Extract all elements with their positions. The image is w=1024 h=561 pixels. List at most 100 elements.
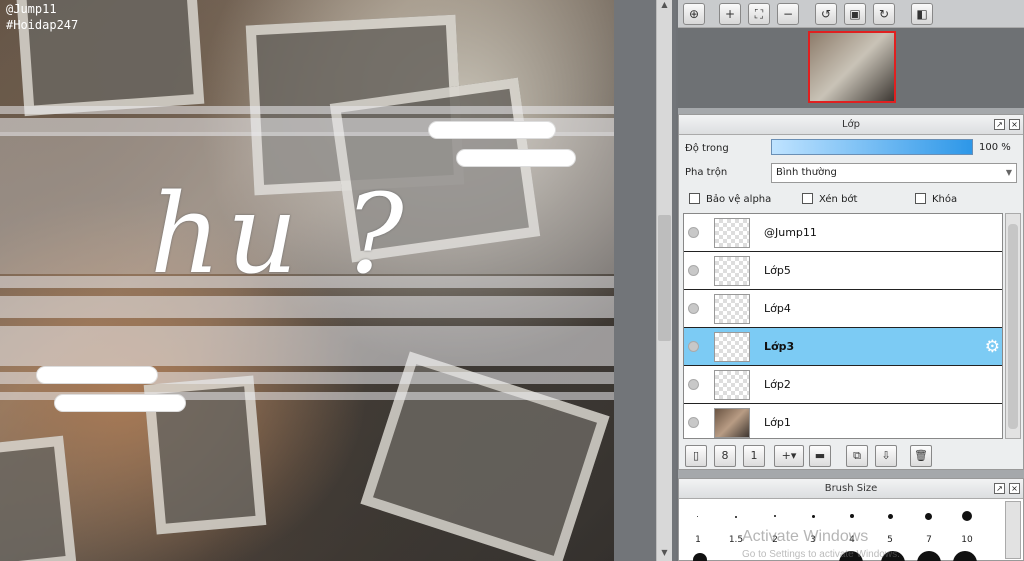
rotate-right-icon[interactable]: ↻ (873, 3, 895, 25)
layer-thumbnail (714, 256, 750, 286)
close-icon[interactable]: × (1009, 119, 1020, 130)
new-8bit-layer-icon[interactable]: 8 (714, 445, 736, 467)
checkbox-lock[interactable]: Khóa (915, 193, 957, 207)
fit-screen-icon[interactable]: ⛶ (748, 3, 770, 25)
right-panel: ⊕ + ⛶ − ↺ ▣ ↻ ◧ Lớp ↗ × Độ trong 100 % P… (678, 0, 1024, 561)
layer-thumbnail (714, 218, 750, 248)
brush-size-label: 1 (695, 535, 701, 545)
checkbox-box[interactable] (689, 193, 700, 204)
layer-name: Lớp3 (764, 340, 795, 353)
rotate-left-icon[interactable]: ↺ (815, 3, 837, 25)
layer-name: Lớp4 (764, 302, 791, 315)
checkbox-box[interactable] (915, 193, 926, 204)
brush-size-dot[interactable] (962, 511, 972, 521)
flip-icon[interactable]: ◧ (911, 3, 933, 25)
gear-icon[interactable]: ⚙ (985, 337, 1000, 357)
blend-mode-select[interactable]: Bình thường ▼ (771, 163, 1017, 183)
opacity-slider[interactable] (771, 139, 973, 155)
layer-thumbnail (714, 294, 750, 324)
brush-size-dot[interactable] (850, 514, 854, 518)
brush-size-title: Brush Size (679, 479, 1023, 499)
layer-name: Lớp2 (764, 378, 791, 391)
drawing-canvas[interactable]: @Jump11 #Hoidap247 hu ? (0, 0, 614, 561)
blend-mode-value: Bình thường (776, 167, 837, 178)
layer-row-selected[interactable]: Lớp3 ⚙ (684, 328, 1002, 366)
handwritten-text: hu ? (150, 170, 410, 298)
brush-size-dot[interactable] (774, 515, 776, 517)
folder-icon[interactable]: ▬ (809, 445, 831, 467)
layer-panel: Lớp ↗ × Độ trong 100 % Pha trộn Bình thư… (678, 114, 1024, 470)
layer-thumbnail (714, 370, 750, 400)
close-icon[interactable]: × (1009, 483, 1020, 494)
trash-icon[interactable]: 🗑 (910, 445, 932, 467)
layer-row[interactable]: Lớp4 (684, 290, 1002, 328)
brush-size-label: 7 (926, 535, 932, 545)
scrollbar-thumb[interactable] (658, 215, 671, 341)
layer-row[interactable]: Lớp5 (684, 252, 1002, 290)
brush-size-dot[interactable] (917, 551, 941, 561)
checkbox-clipping[interactable]: Xén bớt (802, 193, 857, 207)
checkbox-box[interactable] (802, 193, 813, 204)
scroll-up-arrow-icon[interactable]: ▲ (657, 0, 672, 12)
duplicate-layer-icon[interactable]: ⧉ (846, 445, 868, 467)
brush-size-dot[interactable] (697, 516, 698, 517)
brush-size-dot[interactable] (925, 513, 932, 520)
navigator-preview (678, 28, 1024, 108)
translucent-band (0, 326, 614, 366)
merge-layer-icon[interactable]: ⇩ (875, 445, 897, 467)
brush-size-dot[interactable] (812, 515, 815, 518)
add-layer-menu-icon[interactable]: +▾ (774, 445, 804, 467)
activate-windows-watermark: Activate Windows (742, 528, 869, 545)
photo-frame (0, 435, 77, 561)
panel-divider[interactable] (678, 470, 1024, 478)
canvas-vertical-scrollbar[interactable]: ▲ ▼ (656, 0, 672, 561)
layer-row[interactable]: Lớp2 (684, 366, 1002, 404)
visibility-toggle-icon[interactable] (688, 341, 699, 352)
zoom-in-icon[interactable]: + (719, 3, 741, 25)
white-pill (428, 121, 556, 139)
layer-name: Lớp5 (764, 264, 791, 277)
brush-size-dot[interactable] (693, 553, 707, 561)
scrollbar-thumb[interactable] (1008, 224, 1018, 429)
zoom-fit-icon[interactable]: ⊕ (683, 3, 705, 25)
translucent-band (0, 106, 614, 114)
layer-row[interactable]: @Jump11 (684, 214, 1002, 252)
navigator-toolbar: ⊕ + ⛶ − ↺ ▣ ↻ ◧ (678, 0, 1024, 28)
opacity-label: Độ trong (685, 143, 729, 154)
navigator-thumbnail[interactable] (808, 31, 896, 103)
visibility-toggle-icon[interactable] (688, 227, 699, 238)
undock-icon[interactable]: ↗ (994, 119, 1005, 130)
white-pill (54, 394, 186, 412)
chevron-down-icon: ▼ (1005, 168, 1012, 177)
watermark-hashtag: #Hoidap247 (6, 18, 79, 32)
new-layer-icon[interactable]: ▯ (685, 445, 707, 467)
new-1bit-layer-icon[interactable]: 1 (743, 445, 765, 467)
checkbox-protect-alpha[interactable]: Bảo vệ alpha (689, 193, 771, 207)
brush-size-dot[interactable] (888, 514, 893, 519)
brush-panel-scrollbar[interactable] (1005, 501, 1021, 559)
layer-list-scrollbar[interactable] (1005, 213, 1021, 439)
brush-size-dot[interactable] (735, 516, 737, 518)
white-pill (36, 366, 158, 384)
white-pill (456, 149, 576, 167)
zoom-out-icon[interactable]: − (777, 3, 799, 25)
checkbox-label: Xén bớt (819, 194, 858, 205)
blend-mode-label: Pha trộn (685, 167, 728, 178)
activate-windows-subtext: Go to Settings to activate Windows. (742, 549, 900, 560)
layer-name: Lớp1 (764, 416, 791, 429)
visibility-toggle-icon[interactable] (688, 417, 699, 428)
brush-size-dot[interactable] (953, 551, 977, 561)
scroll-down-arrow-icon[interactable]: ▼ (657, 548, 672, 560)
watermark-username: @Jump11 (6, 2, 57, 16)
visibility-toggle-icon[interactable] (688, 265, 699, 276)
layer-panel-title: Lớp (679, 115, 1023, 135)
checkbox-label: Bảo vệ alpha (706, 194, 772, 205)
visibility-toggle-icon[interactable] (688, 379, 699, 390)
checkbox-label: Khóa (932, 194, 958, 205)
visibility-toggle-icon[interactable] (688, 303, 699, 314)
layer-thumbnail (714, 332, 750, 362)
reset-view-icon[interactable]: ▣ (844, 3, 866, 25)
layer-row[interactable]: Lớp1 (684, 404, 1002, 438)
layer-name: @Jump11 (764, 226, 817, 239)
undock-icon[interactable]: ↗ (994, 483, 1005, 494)
